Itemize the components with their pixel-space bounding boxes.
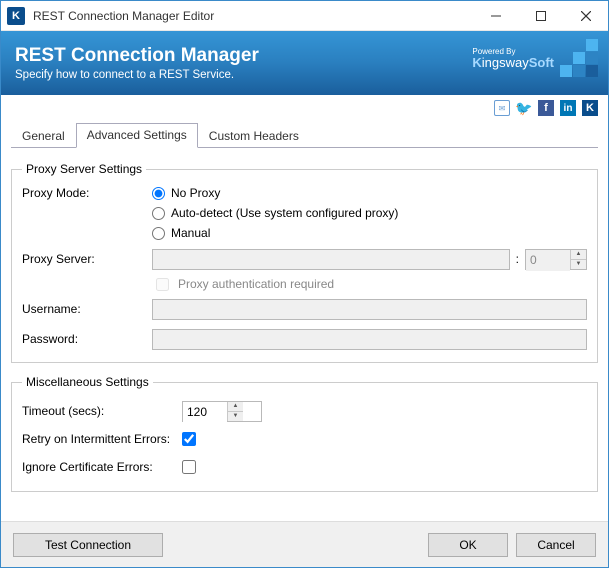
username-label: Username: xyxy=(22,302,152,316)
radio-no-proxy-label: No Proxy xyxy=(171,186,220,200)
proxy-group-legend: Proxy Server Settings xyxy=(22,162,146,176)
cancel-button[interactable]: Cancel xyxy=(516,533,596,557)
email-icon[interactable]: ✉ xyxy=(494,100,510,116)
brand-pixel-icon xyxy=(560,39,598,77)
minimize-icon xyxy=(491,11,501,21)
proxy-port-separator: : xyxy=(510,252,525,266)
radio-manual-input[interactable] xyxy=(152,227,165,240)
misc-group-legend: Miscellaneous Settings xyxy=(22,375,153,389)
maximize-button[interactable] xyxy=(518,1,563,30)
twitter-icon[interactable]: 🐦 xyxy=(516,100,532,116)
username-input[interactable] xyxy=(152,299,587,320)
kingswaysoft-icon[interactable]: K xyxy=(582,100,598,116)
brand-name: KingswaySoft xyxy=(472,56,554,69)
tabs-container: General Advanced Settings Custom Headers xyxy=(1,121,608,148)
close-icon xyxy=(581,11,591,21)
radio-manual-label: Manual xyxy=(171,226,210,240)
footer-bar: Test Connection OK Cancel xyxy=(1,521,608,567)
minimize-button[interactable] xyxy=(473,1,518,30)
proxy-server-label: Proxy Server: xyxy=(22,252,152,266)
radio-auto-detect-input[interactable] xyxy=(152,207,165,220)
ok-button[interactable]: OK xyxy=(428,533,508,557)
timeout-up-button[interactable]: ▲ xyxy=(228,402,243,411)
window-frame: K REST Connection Manager Editor REST Co… xyxy=(0,0,609,568)
linkedin-icon[interactable]: in xyxy=(560,100,576,116)
banner-text: REST Connection Manager Specify how to c… xyxy=(15,45,259,81)
brand-logo: Powered By KingswaySoft xyxy=(472,39,598,77)
retry-label: Retry on Intermittent Errors: xyxy=(22,432,182,446)
proxy-port-spin-buttons: ▲ ▼ xyxy=(570,250,586,269)
maximize-icon xyxy=(536,11,546,21)
proxy-port-up-button[interactable]: ▲ xyxy=(571,250,586,259)
radio-no-proxy[interactable]: No Proxy xyxy=(152,186,398,200)
window-controls xyxy=(473,1,608,30)
banner: REST Connection Manager Specify how to c… xyxy=(1,31,608,95)
timeout-spinner[interactable]: ▲ ▼ xyxy=(182,401,262,422)
tab-advanced-settings[interactable]: Advanced Settings xyxy=(76,123,198,148)
tab-custom-headers[interactable]: Custom Headers xyxy=(198,124,310,148)
facebook-icon[interactable]: f xyxy=(538,100,554,116)
tab-general[interactable]: General xyxy=(11,124,76,148)
proxy-auth-required-label: Proxy authentication required xyxy=(178,277,334,291)
banner-title: REST Connection Manager xyxy=(15,45,259,67)
proxy-server-input[interactable] xyxy=(152,249,510,270)
timeout-spin-buttons: ▲ ▼ xyxy=(227,402,243,421)
radio-manual[interactable]: Manual xyxy=(152,226,398,240)
ignore-cert-checkbox[interactable] xyxy=(182,460,196,474)
tab-strip: General Advanced Settings Custom Headers xyxy=(11,123,598,148)
brand-text: Powered By KingswaySoft xyxy=(472,48,554,69)
password-input[interactable] xyxy=(152,329,587,350)
test-connection-button[interactable]: Test Connection xyxy=(13,533,163,557)
proxy-port-input[interactable] xyxy=(526,250,570,271)
banner-subtitle: Specify how to connect to a REST Service… xyxy=(15,69,259,81)
proxy-port-spinner[interactable]: ▲ ▼ xyxy=(525,249,587,270)
radio-auto-detect[interactable]: Auto-detect (Use system configured proxy… xyxy=(152,206,398,220)
ignore-cert-label: Ignore Certificate Errors: xyxy=(22,460,182,474)
proxy-auth-required-row: Proxy authentication required xyxy=(22,272,587,296)
app-icon-letter: K xyxy=(7,7,25,25)
proxy-port-down-button[interactable]: ▼ xyxy=(571,259,586,269)
tab-content: Proxy Server Settings Proxy Mode: No Pro… xyxy=(1,148,608,521)
window-title: REST Connection Manager Editor xyxy=(31,9,473,23)
app-icon: K xyxy=(1,7,31,25)
titlebar: K REST Connection Manager Editor xyxy=(1,1,608,31)
proxy-auth-required-checkbox[interactable] xyxy=(156,278,169,291)
social-links-row: ✉ 🐦 f in K xyxy=(1,95,608,121)
proxy-mode-label: Proxy Mode: xyxy=(22,184,152,200)
proxy-server-settings-group: Proxy Server Settings Proxy Mode: No Pro… xyxy=(11,162,598,363)
timeout-input[interactable] xyxy=(183,402,227,423)
misc-settings-group: Miscellaneous Settings Timeout (secs): ▲… xyxy=(11,375,598,492)
radio-auto-detect-label: Auto-detect (Use system configured proxy… xyxy=(171,206,398,220)
proxy-mode-radio-group: No Proxy Auto-detect (Use system configu… xyxy=(152,184,398,240)
timeout-down-button[interactable]: ▼ xyxy=(228,411,243,421)
password-label: Password: xyxy=(22,332,152,346)
close-button[interactable] xyxy=(563,1,608,30)
radio-no-proxy-input[interactable] xyxy=(152,187,165,200)
retry-checkbox[interactable] xyxy=(182,432,196,446)
timeout-label: Timeout (secs): xyxy=(22,404,182,418)
